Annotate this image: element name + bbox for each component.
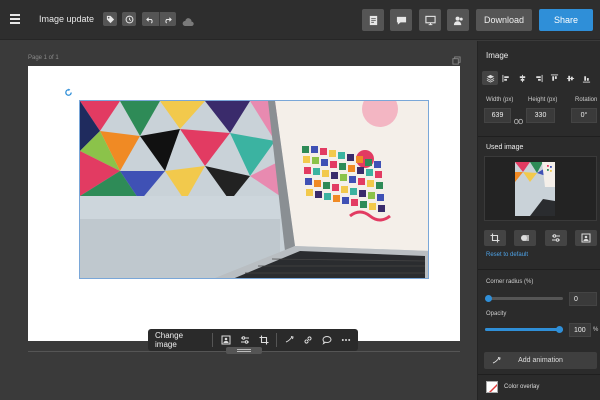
color-overlay-swatch[interactable] — [486, 381, 498, 393]
align-middle-v-icon[interactable] — [562, 71, 578, 85]
mask-icon[interactable] — [514, 230, 537, 246]
present-icon[interactable] — [419, 9, 441, 31]
resize-handle[interactable] — [226, 347, 262, 354]
adjust-icon[interactable] — [544, 230, 567, 246]
image-fit-icon[interactable] — [219, 333, 233, 347]
corner-radius-label: Corner radius (%) — [486, 279, 534, 285]
refresh-icon[interactable] — [64, 84, 73, 102]
opacity-slider-fill — [485, 328, 563, 331]
panel-divider — [478, 136, 600, 137]
history-icon[interactable] — [122, 12, 136, 26]
opacity-input[interactable]: 100 — [569, 323, 591, 337]
corner-radius-knob[interactable] — [485, 295, 492, 302]
panel-divider — [478, 269, 600, 270]
adjust-icon[interactable] — [238, 333, 252, 347]
link-dimensions-icon[interactable] — [514, 112, 523, 130]
image-fit-icon[interactable] — [574, 230, 597, 246]
page-canvas[interactable] — [28, 66, 460, 341]
opacity-label: Opacity — [486, 311, 507, 317]
page-label: Page 1 of 1 — [28, 55, 59, 61]
animation-icon — [492, 357, 501, 364]
corner-radius-input[interactable]: 0 — [569, 292, 597, 306]
corner-radius-slider[interactable] — [485, 297, 563, 300]
align-center-h-icon[interactable] — [514, 71, 530, 85]
more-options-icon[interactable] — [339, 333, 353, 347]
toolbar-divider — [212, 333, 214, 347]
align-left-icon[interactable] — [498, 71, 514, 85]
toolbar-divider — [275, 333, 277, 347]
image-actions — [484, 230, 597, 246]
add-animation-label: Add animation — [518, 357, 563, 364]
canvas-area: Page 1 of 1 Change image — [0, 41, 477, 400]
animation-icon[interactable] — [283, 333, 297, 347]
used-image-label: Used image — [486, 144, 524, 151]
opacity-knob[interactable] — [556, 326, 563, 333]
crop-icon[interactable] — [484, 230, 506, 246]
comment-icon[interactable] — [390, 9, 412, 31]
download-button[interactable]: Download — [476, 9, 532, 31]
panel-divider — [478, 374, 600, 375]
reset-to-default-link[interactable]: Reset to default — [486, 252, 528, 258]
properties-panel: Image Width (px) Height (px) Rotation 63… — [477, 41, 600, 400]
undo-icon[interactable] — [142, 12, 160, 26]
share-button[interactable]: Share — [539, 9, 593, 31]
panel-title: Image — [486, 51, 509, 60]
height-input[interactable]: 330 — [526, 108, 555, 123]
undo-redo-group — [142, 12, 176, 26]
rotation-input[interactable]: 0° — [571, 108, 597, 123]
redo-icon[interactable] — [160, 12, 177, 26]
height-label: Height (px) — [528, 97, 558, 103]
align-bottom-icon[interactable] — [578, 71, 594, 85]
alignment-toolbar — [482, 71, 600, 85]
layers-icon[interactable] — [482, 71, 498, 85]
collaborators-icon[interactable] — [447, 9, 469, 31]
tag-icon[interactable] — [103, 12, 117, 26]
align-top-icon[interactable] — [546, 71, 562, 85]
opacity-unit: % — [593, 327, 599, 333]
comment-icon[interactable] — [320, 333, 334, 347]
link-icon[interactable] — [302, 333, 316, 347]
rotation-label: Rotation — [575, 97, 598, 103]
document-icon[interactable] — [362, 9, 384, 31]
add-animation-button[interactable]: Add animation — [484, 352, 597, 369]
crop-icon[interactable] — [257, 333, 271, 347]
color-overlay-label: Color overlay — [504, 384, 540, 390]
document-title[interactable]: Image update — [39, 14, 94, 24]
cloud-icon — [182, 14, 194, 32]
menu-icon[interactable] — [10, 14, 20, 24]
width-input[interactable]: 639 — [484, 108, 511, 123]
top-bar: Image update Download Share — [0, 0, 600, 40]
change-image-button[interactable]: Change image — [155, 331, 206, 349]
used-image-thumbnail[interactable] — [484, 156, 597, 221]
align-right-icon[interactable] — [530, 71, 546, 85]
width-label: Width (px) — [486, 97, 514, 103]
selected-image[interactable] — [79, 100, 429, 279]
